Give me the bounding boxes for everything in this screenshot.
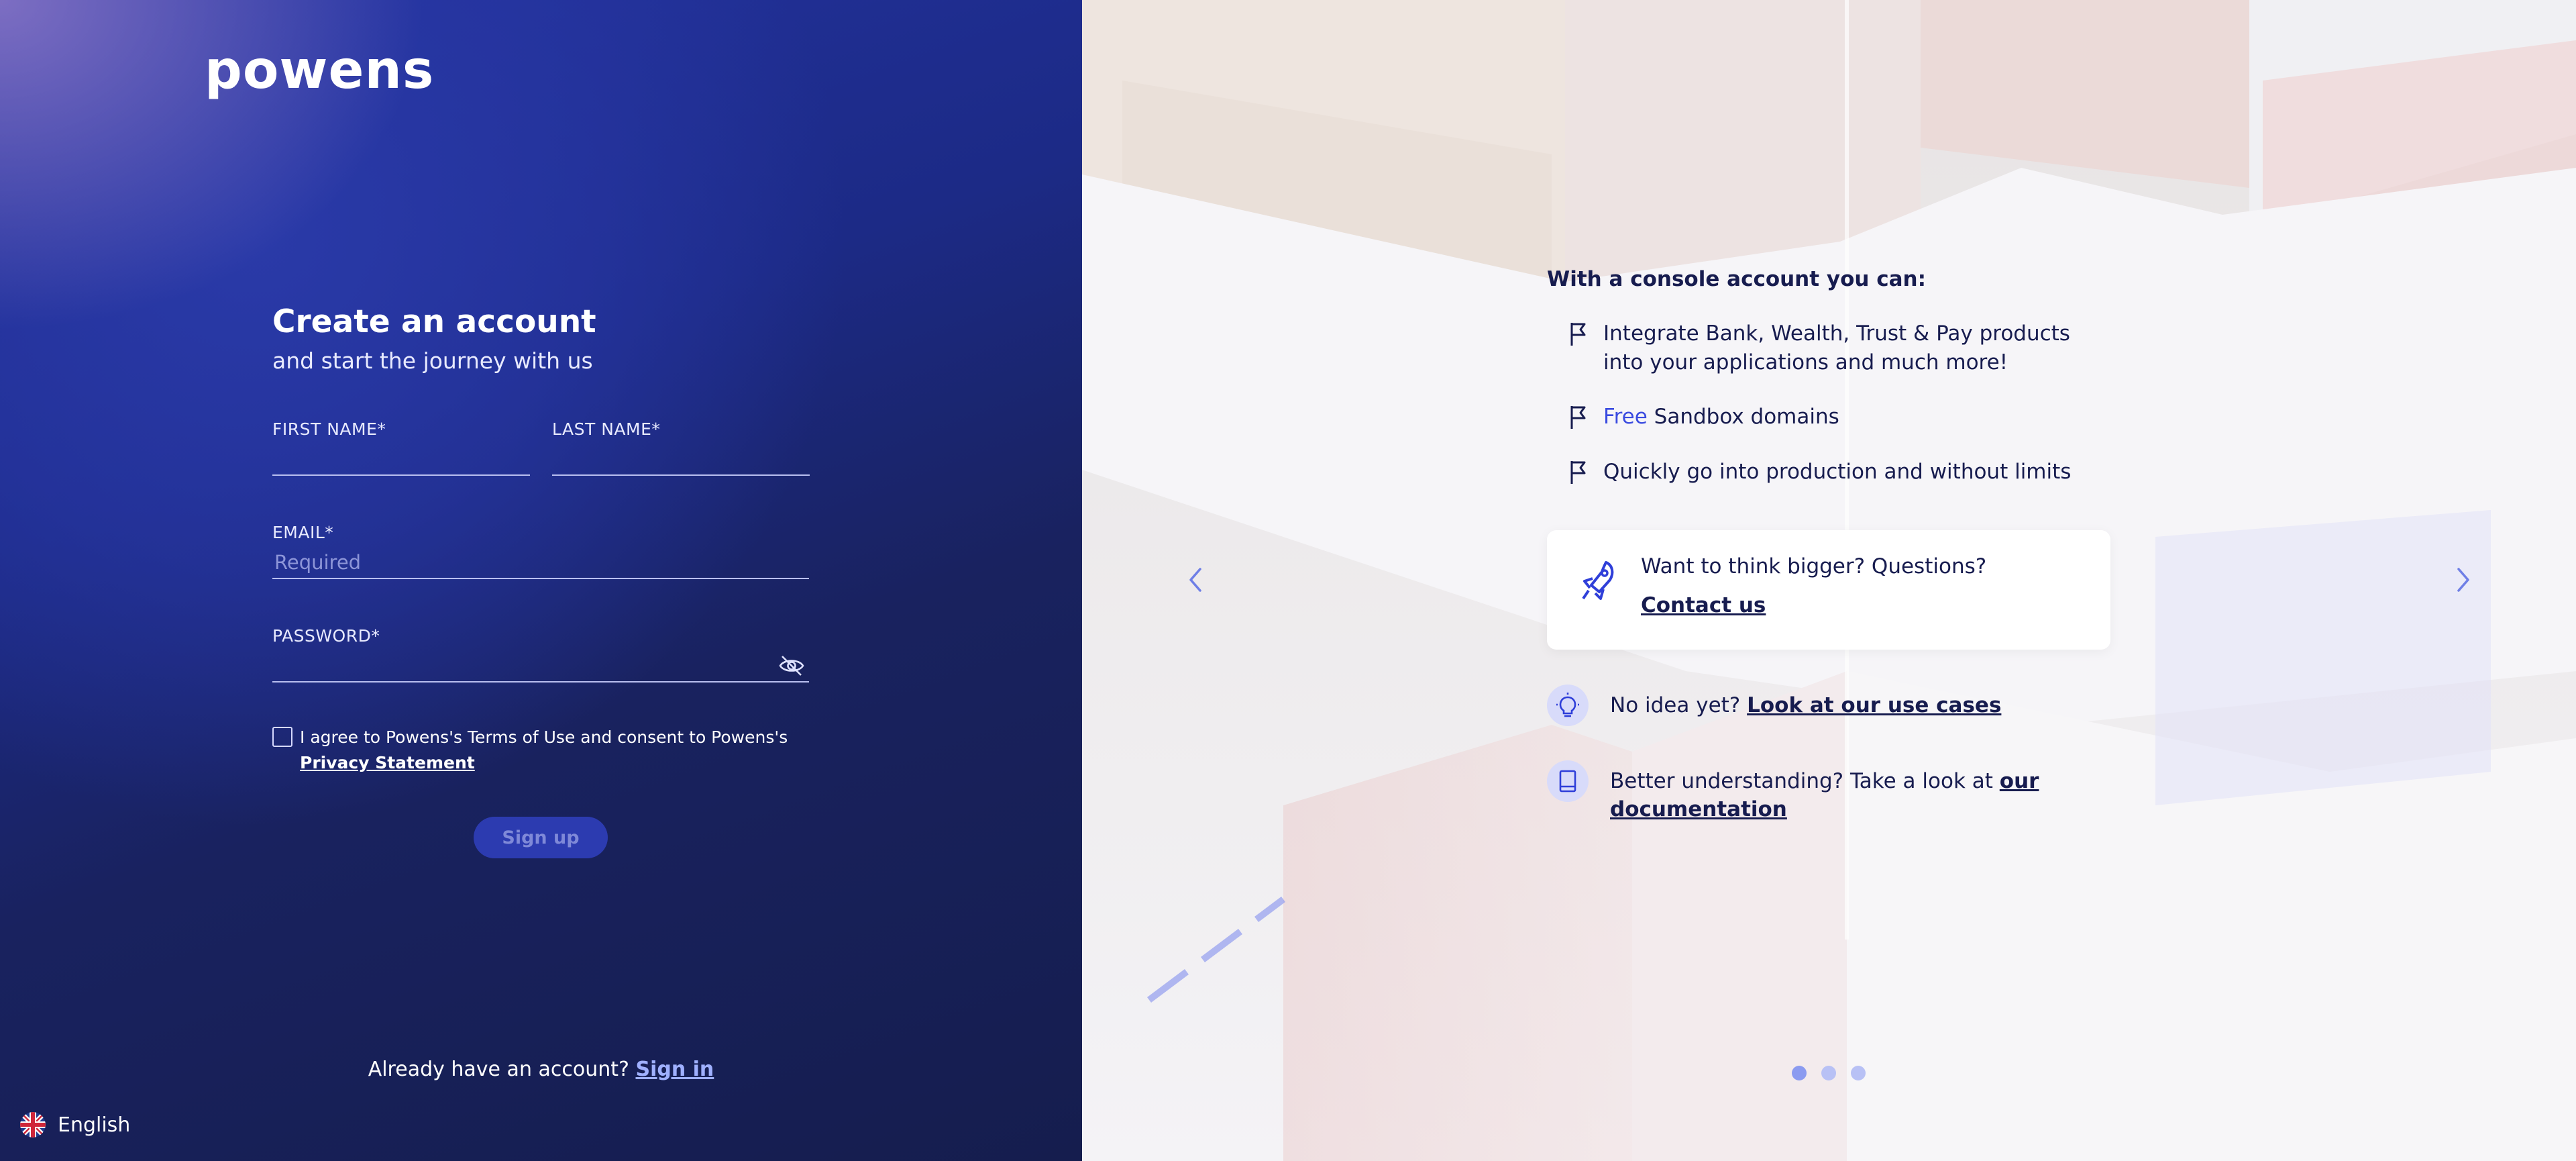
last-name-label: LAST NAME*	[552, 419, 661, 439]
first-name-underline	[272, 474, 530, 476]
email-field[interactable]	[274, 548, 804, 577]
terms-label: I agree to Powens's Terms of Use and con…	[300, 727, 788, 747]
carousel-dot[interactable]	[1792, 1066, 1807, 1080]
uk-flag-icon	[20, 1112, 46, 1138]
use-cases-link[interactable]: Look at our use cases	[1747, 693, 2001, 717]
email-label: EMAIL*	[272, 523, 334, 542]
rocket-icon	[1582, 561, 1614, 600]
password-label: PASSWORD*	[272, 626, 380, 646]
carousel-dot[interactable]	[1851, 1066, 1866, 1080]
password-underline	[272, 681, 809, 683]
tip-icon-badge	[1547, 760, 1589, 802]
page-title: Create an account	[272, 303, 596, 340]
sign-in-link[interactable]: Sign in	[635, 1058, 714, 1081]
flag-icon	[1570, 406, 1586, 429]
carousel-dots	[1792, 1066, 1866, 1080]
feature-item: Free Sandbox domains	[1568, 403, 1839, 432]
book-icon	[1559, 770, 1576, 793]
feature-text: Free Sandbox domains	[1603, 403, 1839, 432]
last-name-underline	[552, 474, 810, 476]
language-label: English	[58, 1113, 131, 1137]
feature-item: Quickly go into production and without l…	[1568, 458, 2071, 487]
carousel-dot[interactable]	[1821, 1066, 1836, 1080]
first-name-field[interactable]	[272, 444, 530, 474]
feature-text: Quickly go into production and without l…	[1603, 460, 2072, 484]
signin-prompt-text: Already have an account?	[368, 1058, 629, 1081]
chevron-right-icon[interactable]	[2452, 564, 2475, 596]
tip-icon-badge	[1547, 685, 1589, 726]
last-name-field[interactable]	[552, 444, 810, 474]
lightbulb-icon	[1556, 693, 1579, 717]
promo-panel: With a console account you can: Integrat…	[1082, 0, 2576, 1161]
tip-text: No idea yet? Look at our use cases	[1610, 691, 2001, 719]
page-subtitle: and start the journey with us	[272, 348, 593, 374]
sign-up-button[interactable]: Sign up	[474, 817, 608, 858]
powens-logo: powens	[205, 40, 435, 101]
tip-text: Better understanding? Take a look at our…	[1610, 767, 2057, 823]
feature-accent: Free	[1603, 405, 1648, 429]
signup-panel: powens Create an account and start the j…	[0, 0, 1082, 1161]
first-name-label: FIRST NAME*	[272, 419, 386, 439]
signin-prompt: Already have an account? Sign in	[0, 1058, 1082, 1081]
tip-text-label: Better understanding? Take a look at	[1610, 769, 2000, 793]
password-field[interactable]	[272, 651, 769, 680]
feature-text: Integrate Bank, Wealth, Trust & Pay prod…	[1603, 321, 2070, 374]
language-selector[interactable]: English	[20, 1112, 130, 1138]
feature-item: Integrate Bank, Wealth, Trust & Pay prod…	[1568, 319, 2078, 377]
terms-checkbox[interactable]	[272, 727, 292, 747]
email-underline	[272, 578, 809, 579]
tip-item: No idea yet? Look at our use cases	[1547, 685, 2001, 726]
privacy-statement-link[interactable]: Privacy Statement	[300, 753, 475, 772]
contact-card: Want to think bigger? Questions? Contact…	[1547, 530, 2110, 650]
terms-text: I agree to Powens's Terms of Use and con…	[300, 725, 837, 776]
contact-question: Want to think bigger? Questions?	[1641, 554, 1987, 578]
flag-icon	[1570, 461, 1586, 484]
promo-headline: With a console account you can:	[1547, 267, 1926, 291]
tip-item: Better understanding? Take a look at our…	[1547, 760, 2057, 823]
contact-us-link[interactable]: Contact us	[1641, 593, 1766, 617]
tip-text-label: No idea yet?	[1610, 693, 1748, 717]
feature-text-rest: Sandbox domains	[1647, 405, 1839, 429]
flag-icon	[1570, 323, 1586, 346]
chevron-left-icon[interactable]	[1184, 564, 1207, 596]
eye-off-icon[interactable]	[778, 654, 805, 677]
